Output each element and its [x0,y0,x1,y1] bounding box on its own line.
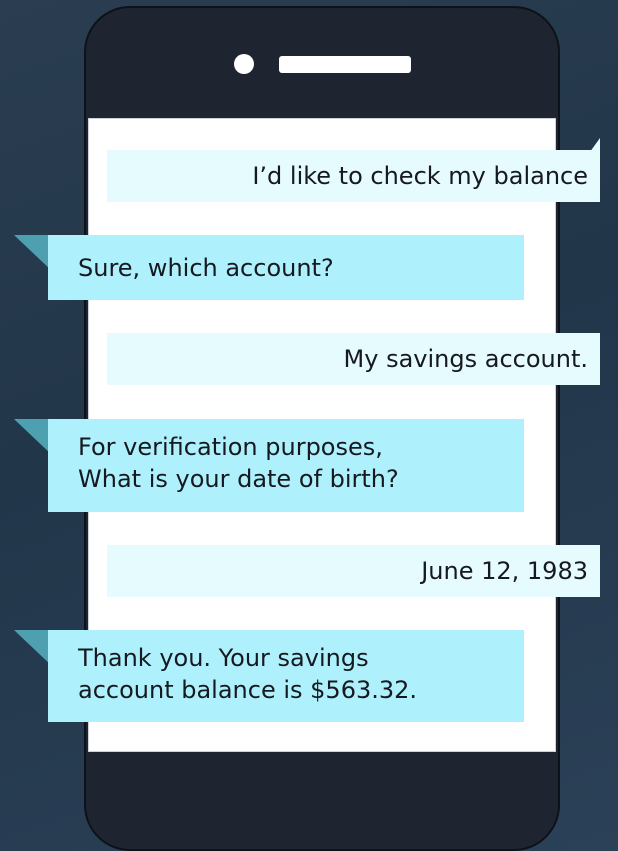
user-message-bubble: I’d like to check my balance [107,150,600,202]
bot-message-bubble: Sure, which account? [48,235,524,300]
message-text: I’d like to check my balance [252,162,588,190]
message-text: June 12, 1983 [421,557,588,585]
camera-dot-icon [234,54,254,74]
message-text: Thank you. Your savings [78,644,369,672]
bot-bubble-tail [14,630,52,666]
bot-bubble-tail [14,235,52,271]
user-message-bubble: June 12, 1983 [107,545,600,597]
bot-bubble-tail [14,419,52,455]
message-text: account balance is $563.32. [78,676,418,704]
bot-message-bubble: Thank you. Your savings account balance … [48,630,524,722]
user-message-bubble: My savings account. [107,333,600,385]
speaker-grille-icon [279,56,411,73]
message-text: What is your date of birth? [78,465,399,493]
message-text: Sure, which account? [78,254,334,282]
message-text: My savings account. [343,345,588,373]
message-text: For verification purposes, [78,433,383,461]
bot-message-bubble: For verification purposes, What is your … [48,419,524,512]
